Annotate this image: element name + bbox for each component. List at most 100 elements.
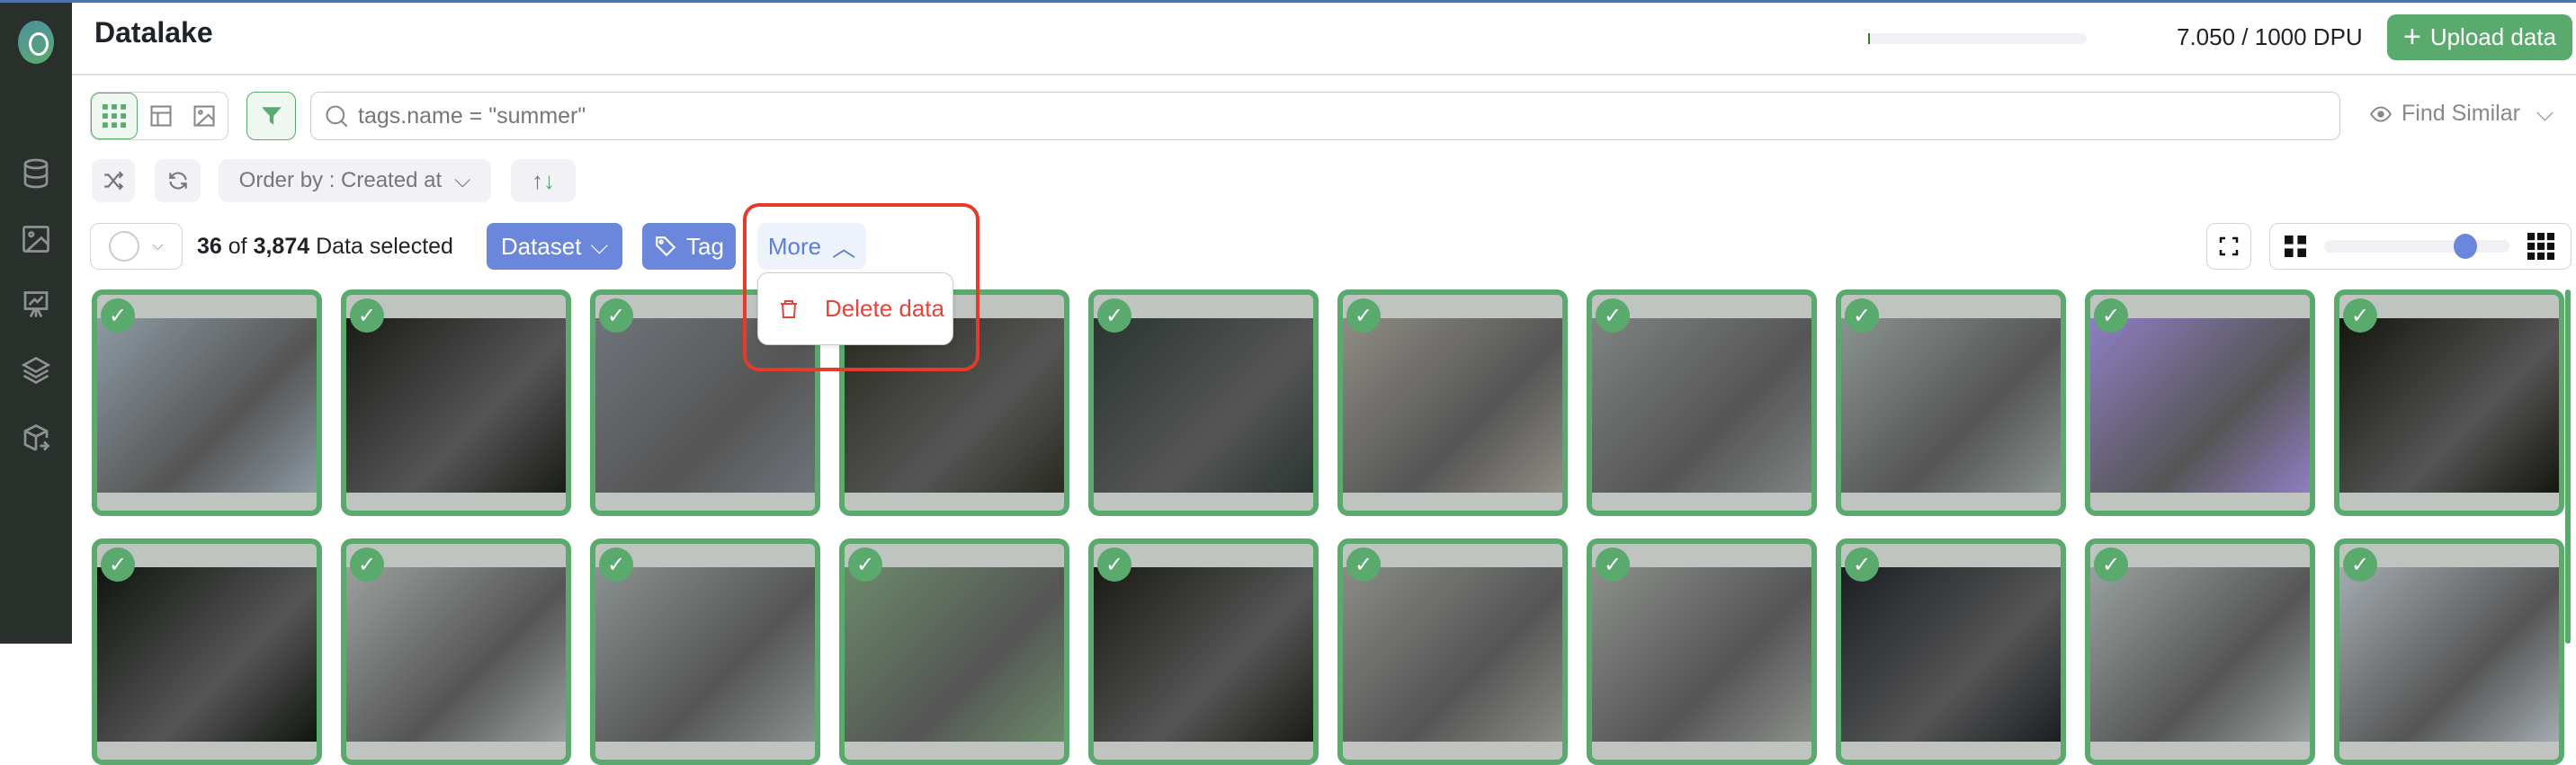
- selection-count: 36 of 3,874 Data selected: [197, 234, 453, 259]
- selected-check-icon[interactable]: ✓: [101, 298, 135, 333]
- refresh-button[interactable]: [155, 159, 201, 202]
- filter-icon: [261, 107, 282, 125]
- selected-check-icon[interactable]: ✓: [1346, 547, 1381, 582]
- image-icon[interactable]: [20, 223, 52, 255]
- thumbnail-image: [97, 318, 317, 493]
- more-dropdown-button[interactable]: More ︿: [757, 223, 866, 270]
- thumbnail-image: [1094, 318, 1313, 493]
- selected-check-icon[interactable]: ✓: [848, 547, 882, 582]
- thumbnail-image: [1841, 318, 2061, 493]
- data-card[interactable]: ✓: [1587, 289, 1817, 516]
- tag-button[interactable]: Tag: [642, 223, 736, 270]
- selected-check-icon[interactable]: ✓: [350, 547, 384, 582]
- thumbnail-image: [1592, 567, 1811, 742]
- select-all-checkbox[interactable]: [109, 231, 140, 262]
- thumbnail-image: [2339, 318, 2559, 493]
- header-divider: [72, 74, 2576, 76]
- fullscreen-icon: [2219, 236, 2239, 256]
- delete-data-menu-item[interactable]: Delete data: [825, 295, 944, 323]
- data-card[interactable]: ✓: [1836, 289, 2066, 516]
- tag-icon: [656, 236, 676, 257]
- thumbnail-image: [1592, 318, 1811, 493]
- dpu-usage-text: 7.050 / 1000 DPU: [2177, 23, 2363, 50]
- selected-check-icon[interactable]: ✓: [1346, 298, 1381, 333]
- thumbnail-image: [595, 567, 815, 742]
- dpu-usage-bar: [1868, 33, 2087, 44]
- data-card[interactable]: ✓: [341, 538, 571, 765]
- selected-check-icon[interactable]: ✓: [1097, 547, 1131, 582]
- chevron-down-icon: ⌵: [454, 168, 471, 192]
- thumbnail-image: [2090, 567, 2310, 742]
- data-card[interactable]: ✓: [1088, 538, 1319, 765]
- data-card[interactable]: ✓: [2334, 538, 2564, 765]
- selected-check-icon[interactable]: ✓: [599, 547, 633, 582]
- more-dropdown-menu: Delete data: [757, 272, 953, 345]
- thumbnail-size-slider[interactable]: [2324, 234, 2509, 259]
- selected-check-icon[interactable]: ✓: [2094, 547, 2128, 582]
- data-card[interactable]: ✓: [2334, 289, 2564, 516]
- shuffle-icon: [104, 171, 124, 191]
- sort-direction-button[interactable]: ↑↓: [511, 159, 576, 202]
- selected-check-icon[interactable]: ✓: [101, 547, 135, 582]
- database-icon[interactable]: [20, 157, 52, 190]
- selected-check-icon[interactable]: ✓: [1845, 298, 1879, 333]
- trash-icon: [781, 299, 797, 318]
- grid-icon: [103, 104, 126, 128]
- dpu-usage-fill: [1868, 33, 1870, 44]
- data-card[interactable]: ✓: [92, 289, 322, 516]
- data-card[interactable]: ✓: [1337, 538, 1568, 765]
- thumbnail-image: [1343, 318, 1562, 493]
- selected-check-icon[interactable]: ✓: [2343, 547, 2377, 582]
- thumbnail-image: [97, 567, 317, 742]
- page-title: Datalake: [94, 16, 213, 49]
- selected-check-icon[interactable]: ✓: [2343, 298, 2377, 333]
- selected-check-icon[interactable]: ✓: [2094, 298, 2128, 333]
- find-similar-dropdown[interactable]: Find Similar ⌵: [2369, 101, 2554, 127]
- refresh-icon: [168, 172, 187, 190]
- slider-handle[interactable]: [2453, 234, 2477, 259]
- data-card[interactable]: ✓: [1088, 289, 1319, 516]
- data-card[interactable]: ✓: [1587, 538, 1817, 765]
- selected-check-icon[interactable]: ✓: [1596, 547, 1630, 582]
- shuffle-button[interactable]: [92, 159, 135, 202]
- data-card[interactable]: ✓: [2085, 289, 2315, 516]
- data-card[interactable]: ✓: [590, 538, 820, 765]
- selected-check-icon[interactable]: ✓: [1596, 298, 1630, 333]
- data-card[interactable]: ✓: [839, 538, 1069, 765]
- data-card[interactable]: ✓: [341, 289, 571, 516]
- plus-icon: +: [2402, 20, 2421, 54]
- data-card[interactable]: ✓: [2085, 538, 2315, 765]
- selected-check-icon[interactable]: ✓: [350, 298, 384, 333]
- data-card[interactable]: ✓: [92, 538, 322, 765]
- layers-icon[interactable]: [20, 354, 52, 387]
- thumbnail-image: [845, 567, 1064, 742]
- app-logo[interactable]: [18, 21, 54, 64]
- thumbnail-image: [346, 318, 566, 493]
- eye-icon: [2370, 105, 2392, 122]
- chevron-down-icon: ⌵: [590, 232, 609, 259]
- order-by-dropdown[interactable]: Order by : Created at ⌵: [219, 159, 491, 202]
- selected-check-icon[interactable]: ✓: [599, 298, 633, 333]
- selected-check-icon[interactable]: ✓: [1097, 298, 1131, 333]
- selected-check-icon[interactable]: ✓: [1845, 547, 1879, 582]
- filter-button[interactable]: [246, 92, 296, 140]
- image-view-icon[interactable]: [192, 103, 217, 129]
- thumbnail-image: [346, 567, 566, 742]
- dataset-dropdown-button[interactable]: Dataset ⌵: [487, 223, 622, 270]
- small-grid-icon: [2527, 233, 2554, 260]
- grid-view-button[interactable]: [91, 93, 138, 139]
- fullscreen-button[interactable]: [2206, 223, 2251, 270]
- window-top-border: [0, 0, 2576, 3]
- presentation-chart-icon[interactable]: [20, 289, 52, 321]
- upload-data-button[interactable]: + Upload data: [2387, 14, 2572, 60]
- data-card[interactable]: ✓: [1337, 289, 1568, 516]
- data-card[interactable]: ✓: [1836, 538, 2066, 765]
- view-mode-toggle: [90, 92, 228, 140]
- thumbnail-image: [1841, 567, 2061, 742]
- box-export-icon[interactable]: [20, 422, 52, 454]
- grid-scrollbar[interactable]: [2565, 289, 2571, 644]
- thumbnail-image: [2339, 567, 2559, 742]
- search-input[interactable]: tags.name = "summer": [310, 92, 2340, 140]
- table-view-icon[interactable]: [148, 103, 174, 129]
- select-all-dropdown[interactable]: ⌵: [90, 223, 183, 270]
